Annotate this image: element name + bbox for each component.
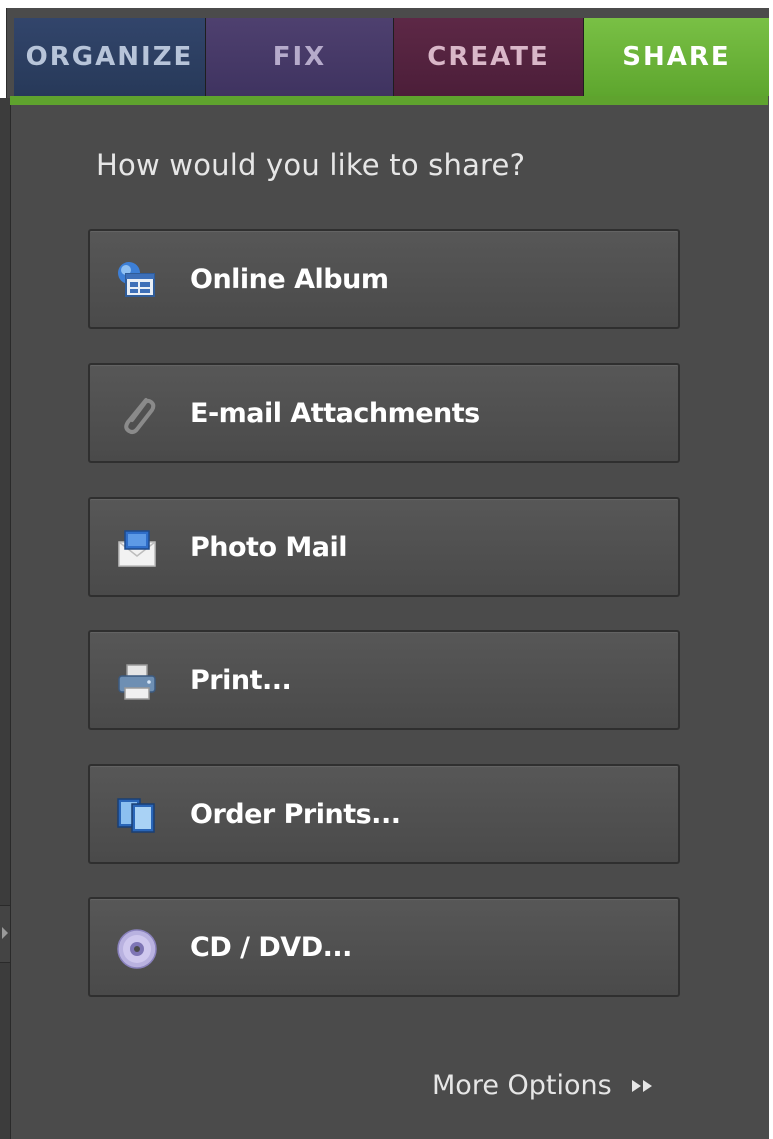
more-options-label: More Options [432,1070,612,1101]
more-options-link[interactable]: More Options [432,1070,656,1101]
cd-dvd-button[interactable]: CD / DVD... [88,897,680,997]
tab-create[interactable]: CREATE [394,18,584,96]
tab-share[interactable]: SHARE [584,18,769,96]
mode-tabs: ORGANIZE FIX CREATE SHARE [14,18,769,96]
tab-fix[interactable]: FIX [206,18,394,96]
email-attachments-button[interactable]: E-mail Attachments [88,363,680,463]
share-panel-window: ORGANIZE FIX CREATE SHARE How would you … [0,0,773,1139]
panel-collapse-handle[interactable] [0,905,10,963]
photo-mail-icon [116,528,158,570]
left-panel-edge [0,98,11,1139]
print-button[interactable]: Print... [88,630,680,730]
online-album-label: Online Album [190,264,389,295]
tab-share-label: SHARE [622,42,731,72]
order-prints-button[interactable]: Order Prints... [88,764,680,864]
email-attachments-label: E-mail Attachments [190,398,480,429]
tab-organize[interactable]: ORGANIZE [14,18,206,96]
tab-create-label: CREATE [427,42,550,72]
online-album-button[interactable]: Online Album [88,229,680,329]
photo-mail-button[interactable]: Photo Mail [88,497,680,597]
chevron-right-icon [2,927,8,939]
online-album-icon [116,260,158,302]
print-label: Print... [190,665,292,696]
order-prints-label: Order Prints... [190,799,401,830]
cd-dvd-label: CD / DVD... [190,932,352,963]
tab-fix-label: FIX [272,42,327,72]
disc-icon [116,928,158,970]
paperclip-icon [116,394,158,436]
photo-mail-label: Photo Mail [190,532,348,563]
tab-organize-label: ORGANIZE [25,42,194,72]
share-prompt: How would you like to share? [96,148,526,182]
double-chevron-right-icon [630,1070,656,1101]
active-tab-underline [10,96,768,105]
printer-icon [116,661,158,703]
order-prints-icon [116,795,158,837]
